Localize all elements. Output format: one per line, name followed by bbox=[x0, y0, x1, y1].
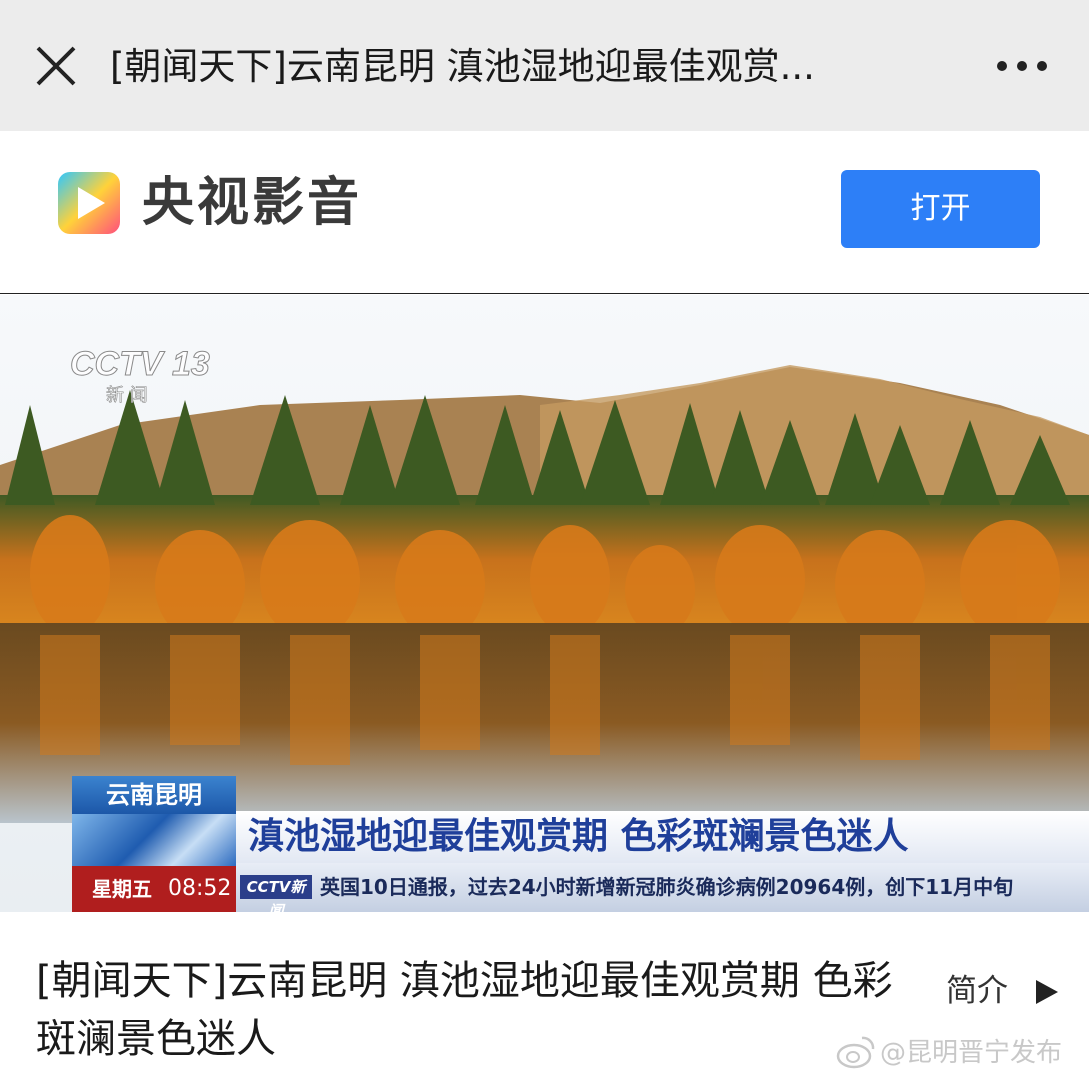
location-tag: 云南昆明 bbox=[72, 776, 236, 814]
more-icon bbox=[997, 61, 1047, 71]
channel-sub-text: 新 闻 bbox=[106, 385, 148, 406]
news-ticker: CCTV新闻 英国10日通报，过去24小时新增新冠肺炎确诊病例20964例，创下… bbox=[236, 863, 1089, 912]
top-bar: [朝闻天下]云南昆明 滇池湿地迎最佳观赏... bbox=[0, 0, 1089, 131]
page-title: [朝闻天下]云南昆明 滇池湿地迎最佳观赏... bbox=[110, 45, 815, 88]
app-logo-icon bbox=[58, 172, 120, 234]
close-icon bbox=[36, 46, 76, 86]
more-button[interactable] bbox=[994, 54, 1050, 78]
video-player[interactable]: CCTV 13 新 闻 云南昆明 滇池湿地迎最佳观赏期 色彩斑斓景色迷人 星期五… bbox=[0, 295, 1089, 912]
app-name: 央视影音 bbox=[142, 173, 363, 233]
video-title: [朝闻天下]云南昆明 滇池湿地迎最佳观赏期 色彩斑澜景色迷人 bbox=[36, 958, 893, 1062]
open-app-button[interactable]: 打开 bbox=[841, 170, 1040, 248]
datetime-box: 星期五 08:52 bbox=[72, 866, 236, 912]
weibo-icon bbox=[836, 1036, 875, 1069]
weekday: 星期五 bbox=[92, 877, 152, 901]
intro-button[interactable]: 简介 bbox=[946, 966, 1066, 1016]
intro-label: 简介 bbox=[946, 973, 1008, 1009]
watermark-text: @昆明晋宁发布 bbox=[880, 1038, 1063, 1068]
ticker-text: 英国10日通报，过去24小时新增新冠肺炎确诊病例20964例，创下11月中旬 bbox=[320, 875, 1014, 899]
ticker-logo: CCTV新闻 bbox=[240, 875, 312, 912]
close-button[interactable] bbox=[34, 44, 78, 88]
channel-logo: CCTV 13 新 闻 bbox=[70, 337, 220, 407]
app-promo-bar: 央视影音 打开 bbox=[0, 131, 1089, 294]
headline-bar: 滇池湿地迎最佳观赏期 色彩斑斓景色迷人 bbox=[236, 811, 1089, 863]
play-icon bbox=[1036, 980, 1058, 1004]
channel-logo-text: CCTV 13 bbox=[70, 345, 210, 383]
headline-text: 滇池湿地迎最佳观赏期 色彩斑斓景色迷人 bbox=[248, 816, 909, 857]
clock: 08:52 bbox=[168, 876, 232, 901]
news-badge bbox=[72, 814, 236, 866]
